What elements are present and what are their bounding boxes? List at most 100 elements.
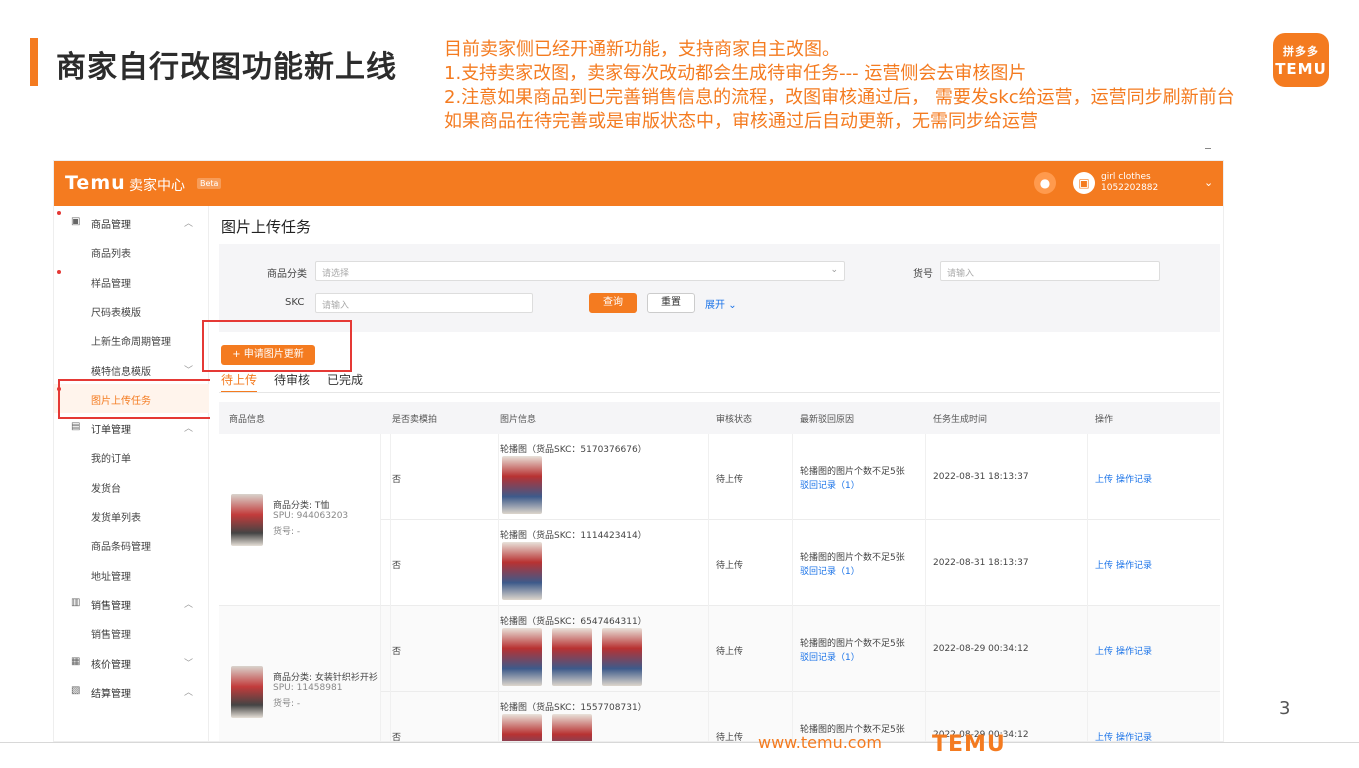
logo-bottom-text: TEMU xyxy=(1275,60,1327,78)
page-number: 3 xyxy=(1279,698,1291,719)
chevron-down-icon: ⌄ xyxy=(728,300,737,311)
operation-log-link[interactable]: 操作记录 xyxy=(1116,472,1152,485)
sidebar-item[interactable]: 销售管理 xyxy=(54,618,209,647)
divider xyxy=(390,520,391,606)
sidebar-item[interactable]: 发货单列表 xyxy=(54,501,209,530)
divider xyxy=(498,434,499,520)
tab-pending-upload[interactable]: 待上传 xyxy=(221,371,258,393)
top-bar: Temu 卖家中心 Beta ● ▣ girl clothes 10522028… xyxy=(54,161,1223,206)
product-thumbnail[interactable] xyxy=(552,628,592,686)
column-header: 任务生成时间 xyxy=(933,415,988,425)
sidebar-item-label: 我的订单 xyxy=(91,454,131,466)
beta-badge: Beta xyxy=(197,178,222,189)
sidebar-item-label: 销售管理 xyxy=(91,600,131,612)
reject-history-link[interactable]: 驳回记录（1） xyxy=(800,650,860,663)
table-header: 商品信息 是否卖模拍 图片信息 审核状态 最新驳回原因 任务生成时间 操作 xyxy=(219,402,1220,434)
code-input[interactable]: 请输入 xyxy=(940,261,1160,281)
divider xyxy=(390,692,391,741)
divider xyxy=(1205,148,1211,149)
review-status: 待上传 xyxy=(716,647,744,657)
product-code: 货号: - xyxy=(273,527,301,537)
product-thumbnail[interactable] xyxy=(602,628,642,686)
product-thumbnail[interactable] xyxy=(502,714,542,741)
user-name: girl clothes xyxy=(1101,172,1151,182)
tab-pending-review[interactable]: 待审核 xyxy=(274,371,310,388)
divider xyxy=(925,434,926,520)
store-avatar-icon[interactable]: ▣ xyxy=(1073,172,1095,194)
chevron-down-icon[interactable]: ⌄ xyxy=(1204,176,1213,189)
product-code: 货号: - xyxy=(273,699,301,709)
sidebar-item[interactable]: 样品管理 xyxy=(54,267,209,296)
divider xyxy=(708,434,709,520)
product-image[interactable] xyxy=(231,666,263,718)
sidebar-item-label: 发货台 xyxy=(91,483,121,495)
operation-log-link[interactable]: 操作记录 xyxy=(1116,558,1152,571)
filter-panel: 商品分类 请选择 ⌄ 货号 请输入 SKC 请输入 查询 重置 展开 ⌄ xyxy=(219,244,1220,332)
column-header: 审核状态 xyxy=(716,415,753,425)
operation-log-link[interactable]: 操作记录 xyxy=(1116,730,1152,741)
divider xyxy=(390,434,391,520)
tab-completed[interactable]: 已完成 xyxy=(327,371,363,388)
upload-link[interactable]: 上传 xyxy=(1095,644,1113,657)
product-thumbnail[interactable] xyxy=(502,628,542,686)
chevron-up-icon: ︿ xyxy=(184,424,194,435)
reject-history-link[interactable]: 驳回记录（1） xyxy=(800,564,860,577)
sidebar-item[interactable]: 商品列表 xyxy=(54,237,209,266)
divider xyxy=(1087,606,1088,692)
task-time: 2022-08-31 18:13:37 xyxy=(933,558,1029,568)
brand-subtitle: 卖家中心 xyxy=(129,178,185,194)
skc-label: SKC xyxy=(285,297,305,308)
sidebar: ▣ 商品管理 ︿ 商品列表 样品管理 尺码表模版 上新生命周期管理 模特信息模版 ﹀ 图片上传任务… xyxy=(54,206,213,741)
sidebar-item[interactable]: 我的订单 xyxy=(54,442,209,471)
divider xyxy=(498,520,499,606)
divider xyxy=(792,606,793,692)
task-time: 2022-08-29 00:34:12 xyxy=(933,644,1029,654)
main-content: 图片上传任务 商品分类 请选择 ⌄ 货号 请输入 SKC 请输入 查询 重置 展… xyxy=(202,206,1223,742)
expand-label: 展开 xyxy=(705,300,725,311)
sidebar-item[interactable]: 尺码表模版 xyxy=(54,296,209,325)
sidebar-item[interactable]: ▣ 商品管理 ︿ xyxy=(54,208,209,237)
note-line: 如果商品在待完善或是审版状态中，审核通过后自动更新，无需同步给运营 xyxy=(444,111,1038,132)
divider xyxy=(1087,692,1088,741)
sidebar-item[interactable]: 地址管理 xyxy=(54,560,209,589)
menu-group-icon: ▦ xyxy=(71,655,81,667)
query-button[interactable]: 查询 xyxy=(589,293,637,313)
chevron-up-icon: ︿ xyxy=(184,687,194,698)
bell-icon[interactable]: ● xyxy=(1034,172,1056,194)
product-image[interactable] xyxy=(231,494,263,546)
divider xyxy=(925,606,926,692)
upload-link[interactable]: 上传 xyxy=(1095,558,1113,571)
expand-link[interactable]: 展开 ⌄ xyxy=(705,296,737,311)
user-info[interactable]: girl clothes 1052202882 xyxy=(1101,172,1158,194)
product-info-cell: 商品分类: 女装针织衫开衫 SPU: 11458981 货号: - xyxy=(219,606,381,741)
operation-log-link[interactable]: 操作记录 xyxy=(1116,644,1152,657)
title-accent-bar xyxy=(30,38,38,86)
upload-link[interactable]: 上传 xyxy=(1095,730,1113,741)
category-select[interactable]: 请选择 ⌄ xyxy=(315,261,845,281)
sidebar-item[interactable]: 发货台 xyxy=(54,472,209,501)
upload-link[interactable]: 上传 xyxy=(1095,472,1113,485)
brand-logo[interactable]: Temu xyxy=(65,172,126,194)
sidebar-item[interactable]: 上新生命周期管理 xyxy=(54,325,209,354)
apply-image-update-button[interactable]: + 申请图片更新 xyxy=(221,345,315,365)
product-thumbnail[interactable] xyxy=(552,714,592,741)
highlight-box xyxy=(58,378,213,419)
product-thumbnail[interactable] xyxy=(502,542,542,600)
menu-group-icon: ▤ xyxy=(71,421,81,433)
sidebar-item[interactable]: 商品条码管理 xyxy=(54,530,209,559)
product-spu: SPU: 944063203 xyxy=(273,511,349,521)
sidebar-item-label: 样品管理 xyxy=(91,278,131,290)
sidebar-item[interactable]: ▥ 销售管理 ︿ xyxy=(54,589,209,618)
reject-history-link[interactable]: 驳回记录（1） xyxy=(800,478,860,491)
product-thumbnail[interactable] xyxy=(502,456,542,514)
sidebar-item-label: 商品条码管理 xyxy=(91,542,151,554)
model-shot-flag: 否 xyxy=(392,475,402,485)
sidebar-item-label: 发货单列表 xyxy=(91,513,141,524)
reset-button[interactable]: 重置 xyxy=(647,293,695,313)
skc-input[interactable]: 请输入 xyxy=(315,293,533,313)
sidebar-item[interactable]: ▧ 结算管理 ︿ xyxy=(54,677,209,706)
sidebar-item-label: 销售管理 xyxy=(91,630,131,642)
sidebar-item[interactable]: ▦ 核价管理 ﹀ xyxy=(54,648,209,677)
review-status: 待上传 xyxy=(716,733,744,742)
chevron-down-icon: ﹀ xyxy=(184,365,194,376)
